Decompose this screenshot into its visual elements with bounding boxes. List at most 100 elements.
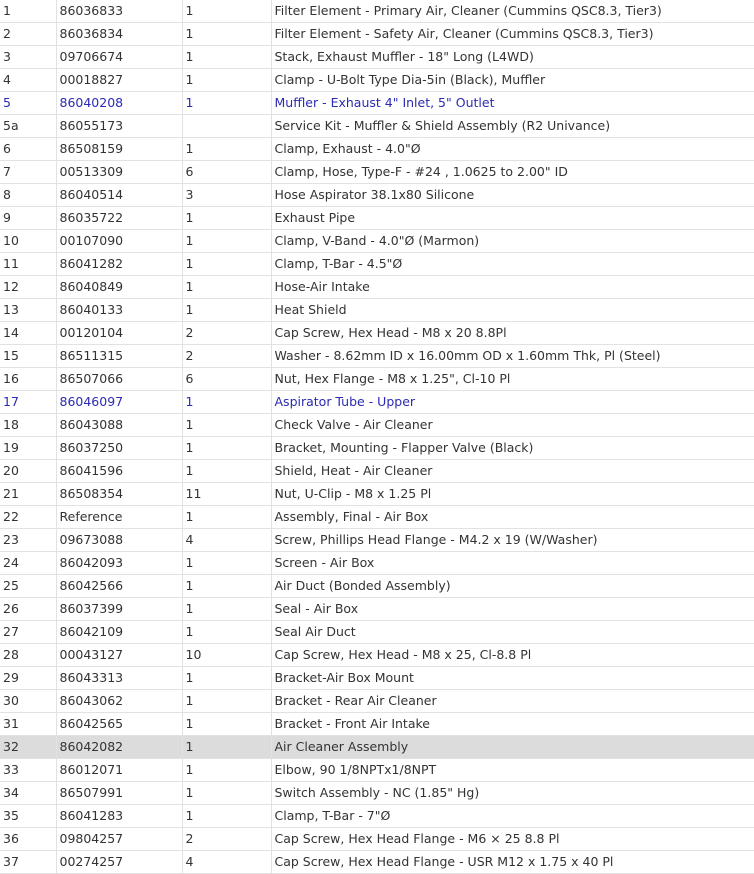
table-row[interactable]: 27 86042109 1 Seal Air Duct [0, 620, 754, 644]
table-row[interactable]: 16 86507066 6 Nut, Hex Flange - M8 x 1.25",… [0, 367, 754, 391]
table-row[interactable]: 4 00018827 1 Clamp - U-Bolt Type Dia-5in (B… [0, 68, 754, 92]
part-number-cell: 86040133 [56, 298, 183, 322]
table-row[interactable]: 5a 86055173 Service Kit - Muffler & Shield… [0, 114, 754, 138]
part-number-cell: 86042109 [56, 620, 183, 644]
table-row[interactable]: 12 86040849 1 Hose-Air Intake [0, 275, 754, 299]
table-row[interactable]: 22 Reference 1 Assembly, Final - Air Box [0, 505, 754, 529]
part-number-cell: 86037250 [56, 436, 183, 460]
table-row[interactable]: 9 86035722 1 Exhaust Pipe [0, 206, 754, 230]
quantity-cell: 1 [182, 689, 272, 713]
description-cell: Cap Screw, Hex Head - M8 x 25, Cl-8.8 Pl [271, 643, 754, 667]
table-row[interactable]: 34 86507991 1 Switch Assembly - NC (1.85" H… [0, 781, 754, 805]
quantity-cell[interactable]: 1 [182, 91, 272, 115]
quantity-cell: 1 [182, 275, 272, 299]
description-cell: Cap Screw, Hex Head Flange - M6 × 25 8.8… [271, 827, 754, 851]
item-number-cell: 24 [0, 551, 57, 575]
quantity-cell: 1 [182, 298, 272, 322]
table-row[interactable]: 17 86046097 1 Aspirator Tube - Upper [0, 390, 754, 414]
item-number-cell[interactable]: 17 [0, 390, 57, 414]
quantity-cell: 2 [182, 344, 272, 368]
part-number-cell: 00513309 [56, 160, 183, 184]
item-number-cell: 35 [0, 804, 57, 828]
quantity-cell: 10 [182, 643, 272, 667]
table-row[interactable]: 15 86511315 2 Washer - 8.62mm ID x 16.00mm … [0, 344, 754, 368]
part-number-cell: 86043313 [56, 666, 183, 690]
table-row[interactable]: 33 86012071 1 Elbow, 90 1/8NPTx1/8NPT [0, 758, 754, 782]
table-row[interactable]: 30 86043062 1 Bracket - Rear Air Cleaner [0, 689, 754, 713]
quantity-cell[interactable]: 1 [182, 390, 272, 414]
table-row[interactable]: 18 86043088 1 Check Valve - Air Cleaner [0, 413, 754, 437]
quantity-cell: 1 [182, 620, 272, 644]
table-row[interactable]: 8 86040514 3 Hose Aspirator 38.1x80 Silicon… [0, 183, 754, 207]
description-cell: Hose Aspirator 38.1x80 Silicone [271, 183, 754, 207]
item-number-cell: 28 [0, 643, 57, 667]
part-number-cell: Reference [56, 505, 183, 529]
table-row[interactable]: 14 00120104 2 Cap Screw, Hex Head - M8 x 20… [0, 321, 754, 345]
quantity-cell: 1 [182, 436, 272, 460]
description-cell: Screw, Phillips Head Flange - M4.2 x 19 … [271, 528, 754, 552]
table-row[interactable]: 5 86040208 1 Muffler - Exhaust 4" Inlet, 5"… [0, 91, 754, 115]
table-row[interactable]: 32 86042082 1 Air Cleaner Assembly [0, 735, 754, 759]
table-row[interactable]: 2 86036834 1 Filter Element - Safety Air, C… [0, 22, 754, 46]
table-row[interactable]: 24 86042093 1 Screen - Air Box [0, 551, 754, 575]
table-row[interactable]: 11 86041282 1 Clamp, T-Bar - 4.5"Ø [0, 252, 754, 276]
item-number-cell: 8 [0, 183, 57, 207]
quantity-cell: 1 [182, 206, 272, 230]
table-row[interactable]: 20 86041596 1 Shield, Heat - Air Cleaner [0, 459, 754, 483]
table-row[interactable]: 36 09804257 2 Cap Screw, Hex Head Flange - … [0, 827, 754, 851]
part-number-cell: 09804257 [56, 827, 183, 851]
quantity-cell: 1 [182, 0, 272, 23]
description-cell: Bracket - Rear Air Cleaner [271, 689, 754, 713]
table-row[interactable]: 6 86508159 1 Clamp, Exhaust - 4.0"Ø [0, 137, 754, 161]
part-number-cell: 00018827 [56, 68, 183, 92]
item-number-cell: 33 [0, 758, 57, 782]
quantity-cell: 6 [182, 367, 272, 391]
quantity-cell: 6 [182, 160, 272, 184]
description-cell[interactable]: Muffler - Exhaust 4" Inlet, 5" Outlet [271, 91, 754, 115]
item-number-cell: 22 [0, 505, 57, 529]
table-row[interactable]: 23 09673088 4 Screw, Phillips Head Flange -… [0, 528, 754, 552]
table-row[interactable]: 7 00513309 6 Clamp, Hose, Type-F - #24 , 1.… [0, 160, 754, 184]
quantity-cell: 1 [182, 68, 272, 92]
table-row[interactable]: 29 86043313 1 Bracket-Air Box Mount [0, 666, 754, 690]
description-cell: Clamp, Hose, Type-F - #24 , 1.0625 to 2.… [271, 160, 754, 184]
table-row[interactable]: 13 86040133 1 Heat Shield [0, 298, 754, 322]
table-row[interactable]: 19 86037250 1 Bracket, Mounting - Flapper V… [0, 436, 754, 460]
item-number-cell: 5a [0, 114, 57, 138]
part-number-cell: 00107090 [56, 229, 183, 253]
part-number-cell: 86511315 [56, 344, 183, 368]
quantity-cell: 4 [182, 528, 272, 552]
item-number-cell: 10 [0, 229, 57, 253]
quantity-cell: 1 [182, 758, 272, 782]
table-row[interactable]: 35 86041283 1 Clamp, T-Bar - 7"Ø [0, 804, 754, 828]
table-row[interactable]: 1 86036833 1 Filter Element - Primary Air, … [0, 0, 754, 23]
description-cell: Exhaust Pipe [271, 206, 754, 230]
part-number-cell[interactable]: 86040208 [56, 91, 183, 115]
description-cell: Switch Assembly - NC (1.85" Hg) [271, 781, 754, 805]
quantity-cell: 1 [182, 735, 272, 759]
description-cell: Bracket-Air Box Mount [271, 666, 754, 690]
part-number-cell: 86012071 [56, 758, 183, 782]
table-row[interactable]: 31 86042565 1 Bracket - Front Air Intake [0, 712, 754, 736]
quantity-cell: 1 [182, 45, 272, 69]
table-row[interactable]: 26 86037399 1 Seal - Air Box [0, 597, 754, 621]
item-number-cell: 26 [0, 597, 57, 621]
table-row[interactable]: 25 86042566 1 Air Duct (Bonded Assembly) [0, 574, 754, 598]
description-cell: Clamp - U-Bolt Type Dia-5in (Black), Muf… [271, 68, 754, 92]
item-number-cell: 20 [0, 459, 57, 483]
description-cell: Air Duct (Bonded Assembly) [271, 574, 754, 598]
item-number-cell: 1 [0, 0, 57, 23]
table-row[interactable]: 10 00107090 1 Clamp, V-Band - 4.0"Ø (Marmon… [0, 229, 754, 253]
table-row[interactable]: 3 09706674 1 Stack, Exhaust Muffler - 18" L… [0, 45, 754, 69]
description-cell[interactable]: Aspirator Tube - Upper [271, 390, 754, 414]
table-row[interactable]: 21 86508354 11 Nut, U-Clip - M8 x 1.25 Pl [0, 482, 754, 506]
description-cell: Check Valve - Air Cleaner [271, 413, 754, 437]
quantity-cell: 1 [182, 22, 272, 46]
item-number-cell: 34 [0, 781, 57, 805]
part-number-cell[interactable]: 86046097 [56, 390, 183, 414]
part-number-cell: 86507066 [56, 367, 183, 391]
item-number-cell: 2 [0, 22, 57, 46]
item-number-cell[interactable]: 5 [0, 91, 57, 115]
table-row[interactable]: 28 00043127 10 Cap Screw, Hex Head - M8 x 2… [0, 643, 754, 667]
quantity-cell: 1 [182, 804, 272, 828]
